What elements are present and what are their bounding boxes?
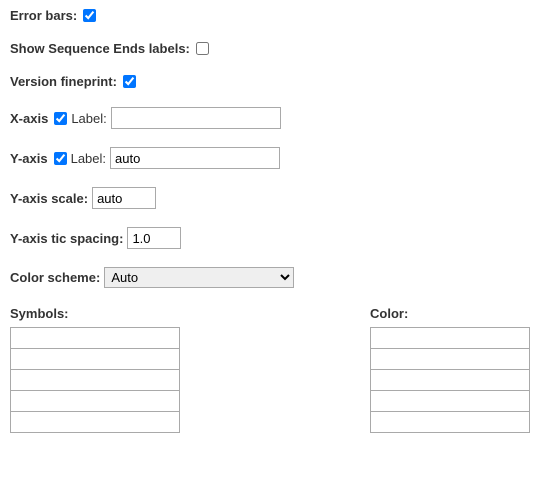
x-axis-row: X-axis Label: — [10, 107, 539, 129]
colors-input[interactable] — [371, 391, 529, 411]
y-axis-label-input[interactable] — [110, 147, 280, 169]
y-axis-tic-input[interactable] — [127, 227, 181, 249]
colors-input[interactable] — [371, 412, 529, 432]
symbols-input[interactable] — [11, 391, 179, 411]
symbols-column: Symbols: — [10, 306, 180, 433]
sequence-ends-row: Show Sequence Ends labels: — [10, 41, 539, 56]
y-axis-sublabel: Label: — [71, 151, 106, 166]
symbols-input[interactable] — [11, 328, 179, 348]
colors-table — [370, 327, 530, 433]
symbols-colors-columns: Symbols: Color: — [10, 306, 539, 433]
colors-input[interactable] — [371, 349, 529, 369]
version-fineprint-checkbox[interactable] — [123, 75, 136, 88]
colors-input[interactable] — [371, 328, 529, 348]
version-fineprint-row: Version fineprint: — [10, 74, 539, 89]
y-axis-checkbox[interactable] — [54, 152, 67, 165]
color-scheme-label: Color scheme: — [10, 270, 100, 285]
symbols-input[interactable] — [11, 370, 179, 390]
y-axis-tic-row: Y-axis tic spacing: — [10, 227, 539, 249]
error-bars-row: Error bars: — [10, 8, 539, 23]
y-axis-row: Y-axis Label: — [10, 147, 539, 169]
x-axis-label: X-axis — [10, 111, 48, 126]
symbols-input[interactable] — [11, 349, 179, 369]
colors-header: Color: — [370, 306, 530, 321]
y-axis-tic-label: Y-axis tic spacing: — [10, 231, 123, 246]
error-bars-checkbox[interactable] — [83, 9, 96, 22]
version-fineprint-label: Version fineprint: — [10, 74, 117, 89]
symbols-header: Symbols: — [10, 306, 180, 321]
y-axis-scale-label: Y-axis scale: — [10, 191, 88, 206]
colors-input[interactable] — [371, 370, 529, 390]
symbols-table — [10, 327, 180, 433]
y-axis-scale-row: Y-axis scale: — [10, 187, 539, 209]
y-axis-label: Y-axis — [10, 151, 48, 166]
y-axis-scale-input[interactable] — [92, 187, 156, 209]
x-axis-sublabel: Label: — [71, 111, 106, 126]
color-scheme-row: Color scheme: Auto — [10, 267, 539, 288]
x-axis-label-input[interactable] — [111, 107, 281, 129]
sequence-ends-label: Show Sequence Ends labels: — [10, 41, 190, 56]
error-bars-label: Error bars: — [10, 8, 77, 23]
x-axis-checkbox[interactable] — [54, 112, 67, 125]
symbols-input[interactable] — [11, 412, 179, 432]
color-scheme-select[interactable]: Auto — [104, 267, 294, 288]
colors-column: Color: — [370, 306, 530, 433]
sequence-ends-checkbox[interactable] — [196, 42, 209, 55]
